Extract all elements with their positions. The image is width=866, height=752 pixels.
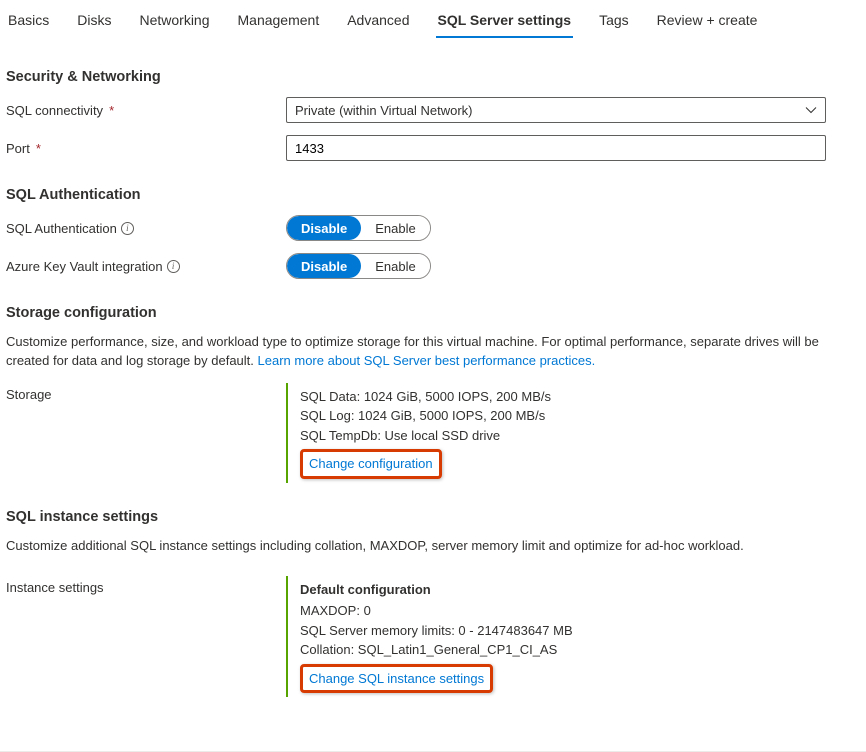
akv-enable[interactable]: Enable <box>361 254 429 278</box>
field-sql-connectivity: SQL connectivity * Private (within Virtu… <box>6 97 860 123</box>
required-star-icon: * <box>109 103 114 118</box>
chevron-down-icon <box>805 104 817 116</box>
field-instance-settings: Instance settings Default configuration … <box>6 576 860 698</box>
akv-toggle[interactable]: Disable Enable <box>286 253 431 279</box>
sql-connectivity-select[interactable]: Private (within Virtual Network) <box>286 97 826 123</box>
instance-maxdop-line: MAXDOP: 0 <box>300 601 573 621</box>
highlight-box: Change SQL instance settings <box>300 664 493 694</box>
sql-connectivity-value: Private (within Virtual Network) <box>295 103 472 118</box>
tab-disks[interactable]: Disks <box>75 8 113 38</box>
field-storage: Storage SQL Data: 1024 GiB, 5000 IOPS, 2… <box>6 383 860 483</box>
tab-tags[interactable]: Tags <box>597 8 631 38</box>
section-security-heading: Security & Networking <box>6 69 860 85</box>
storage-log-line: SQL Log: 1024 GiB, 5000 IOPS, 200 MB/s <box>300 406 551 426</box>
port-input[interactable] <box>286 135 826 161</box>
section-storage-heading: Storage configuration <box>6 305 860 321</box>
storage-learn-link[interactable]: Learn more about SQL Server best perform… <box>258 353 596 368</box>
section-instance-heading: SQL instance settings <box>6 509 860 525</box>
section-sql-auth-heading: SQL Authentication <box>6 187 860 203</box>
required-star-icon: * <box>36 141 41 156</box>
info-icon[interactable]: i <box>167 260 180 273</box>
instance-memory-line: SQL Server memory limits: 0 - 2147483647… <box>300 621 573 641</box>
tabs-bar: Basics Disks Networking Management Advan… <box>0 0 866 39</box>
storage-data-line: SQL Data: 1024 GiB, 5000 IOPS, 200 MB/s <box>300 387 551 407</box>
instance-config-title: Default configuration <box>300 580 573 600</box>
highlight-box: Change configuration <box>300 449 442 479</box>
akv-disable[interactable]: Disable <box>287 254 361 278</box>
sql-connectivity-label: SQL connectivity <box>6 103 103 118</box>
tab-content: Security & Networking SQL connectivity *… <box>0 39 866 733</box>
instance-settings-label: Instance settings <box>6 580 104 595</box>
info-icon[interactable]: i <box>121 222 134 235</box>
storage-description: Customize performance, size, and workloa… <box>6 333 860 371</box>
akv-label: Azure Key Vault integration <box>6 259 163 274</box>
instance-collation-line: Collation: SQL_Latin1_General_CP1_CI_AS <box>300 640 573 660</box>
instance-info-block: Default configuration MAXDOP: 0 SQL Serv… <box>286 576 573 698</box>
sql-auth-enable[interactable]: Enable <box>361 216 429 240</box>
change-storage-config-link[interactable]: Change configuration <box>309 456 433 471</box>
field-port: Port * <box>6 135 860 161</box>
tab-networking[interactable]: Networking <box>137 8 211 38</box>
sql-auth-toggle[interactable]: Disable Enable <box>286 215 431 241</box>
tab-review-create[interactable]: Review + create <box>655 8 760 38</box>
sql-auth-label: SQL Authentication <box>6 221 117 236</box>
change-instance-settings-link[interactable]: Change SQL instance settings <box>309 671 484 686</box>
field-sql-authentication: SQL Authentication i Disable Enable <box>6 215 860 241</box>
storage-label: Storage <box>6 387 52 402</box>
storage-tempdb-line: SQL TempDb: Use local SSD drive <box>300 426 551 446</box>
instance-description: Customize additional SQL instance settin… <box>6 537 860 556</box>
storage-info-block: SQL Data: 1024 GiB, 5000 IOPS, 200 MB/s … <box>286 383 551 483</box>
tab-sql-server-settings[interactable]: SQL Server settings <box>436 8 574 38</box>
field-akv-integration: Azure Key Vault integration i Disable En… <box>6 253 860 279</box>
tab-management[interactable]: Management <box>236 8 322 38</box>
tab-basics[interactable]: Basics <box>6 8 51 38</box>
port-label: Port <box>6 141 30 156</box>
tab-advanced[interactable]: Advanced <box>345 8 411 38</box>
sql-auth-disable[interactable]: Disable <box>287 216 361 240</box>
